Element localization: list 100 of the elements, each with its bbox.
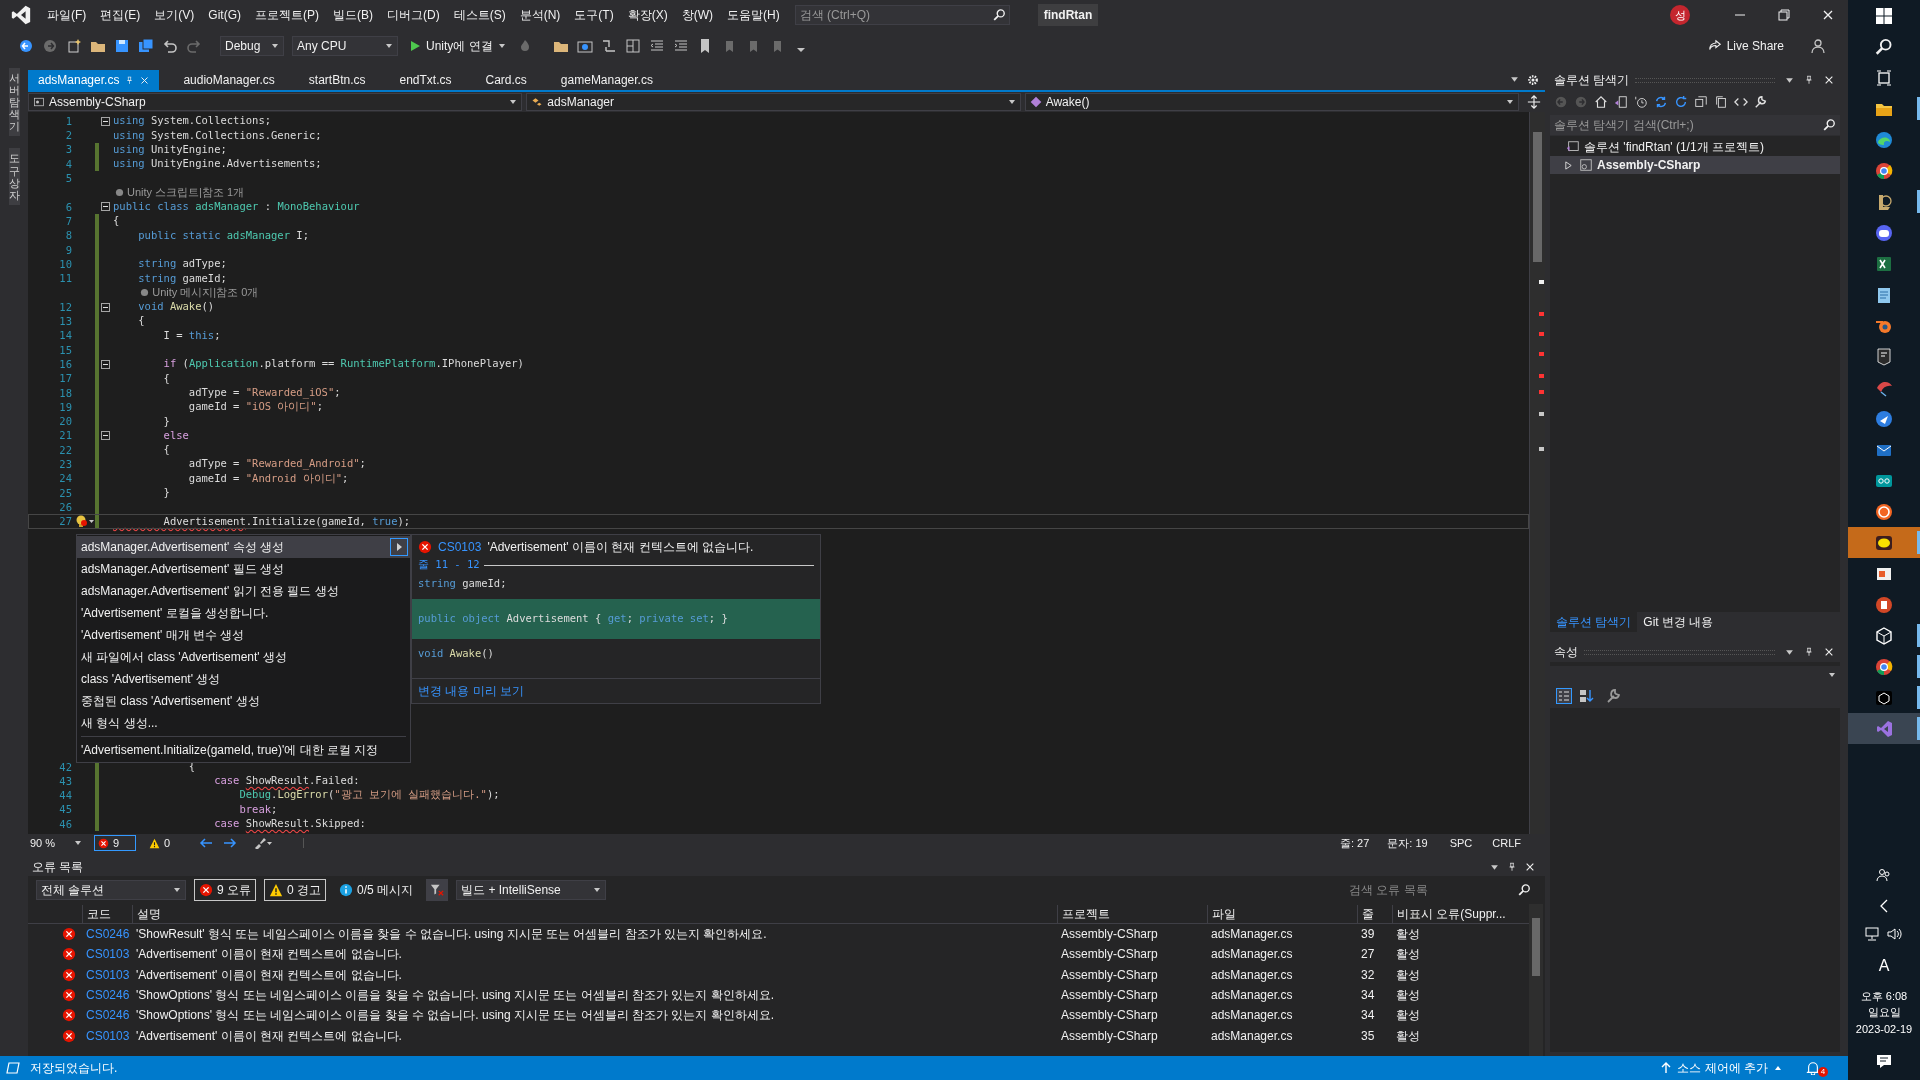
wrench-icon[interactable] [1754,95,1768,109]
code-icon[interactable] [1734,95,1748,109]
source-control-button[interactable]: 소스 제어에 추가 [1661,1059,1782,1077]
platform-dropdown[interactable]: Any CPU [292,36,398,56]
error-code-link[interactable]: CS0246 [82,1006,132,1025]
restore-icon[interactable] [1778,9,1790,21]
zoom-dropdown[interactable]: 90 % [28,835,84,851]
pin-icon[interactable] [1507,862,1517,872]
live-share-button[interactable]: Live Share [1707,37,1784,55]
menu-item[interactable]: 창(W) [674,0,720,30]
menu-item[interactable]: 확장(X) [620,0,675,30]
app-icon[interactable] [1874,346,1894,367]
clock-date[interactable]: 2023-02-19 [1855,1020,1913,1037]
close-icon[interactable] [1822,9,1834,21]
input-method-indicator[interactable]: A [1878,953,1890,978]
app-icon[interactable] [1874,656,1894,677]
column-header[interactable]: 설명 [132,904,1057,923]
run-button[interactable]: Unity에 연결 [406,35,509,57]
refresh-icon[interactable] [1674,95,1688,109]
column-header[interactable]: 코드 [82,904,132,923]
pin-icon[interactable] [125,75,135,85]
brush-caret-icon[interactable] [253,837,274,849]
new-item-icon[interactable] [66,38,82,54]
panel-menu-caret-icon[interactable] [1785,75,1794,85]
scrollbar-thumb[interactable] [1533,132,1542,262]
close-icon[interactable] [1525,862,1535,872]
forward-icon[interactable] [42,38,58,54]
error-code-link[interactable]: CS0246 [82,925,132,944]
code-lens[interactable]: Unity 스크립트|참조 1개 [127,184,245,201]
user-avatar[interactable]: 성 [1670,5,1690,25]
close-icon[interactable] [1824,75,1834,85]
app-icon[interactable] [1874,160,1894,181]
app-icon[interactable] [1874,222,1894,243]
quick-action-item[interactable]: 중첩된 class 'Advertisement' 생성 [77,690,410,712]
column-header[interactable]: 비표시 오류(Suppr... [1392,904,1522,923]
file-tab[interactable]: Card.cs [475,70,537,90]
column-header[interactable]: 파일 [1207,904,1357,923]
collapse-icon[interactable] [100,202,110,212]
file-tab[interactable]: audioManager.cs [173,70,285,90]
panel-menu-caret-icon[interactable] [1785,647,1794,657]
split-icon[interactable] [624,38,641,54]
redo-icon[interactable] [186,38,202,54]
indent-icon[interactable] [672,38,689,54]
menu-item[interactable]: 도움말(H) [720,0,787,30]
tab-list-caret-icon[interactable] [1510,75,1519,84]
navigation-dropdown[interactable]: Awake() [1024,93,1519,111]
switch-view-icon[interactable] [1614,95,1628,109]
copy-icon[interactable] [1714,95,1728,109]
line-ending-indicator[interactable]: CRLF [1492,834,1521,852]
menu-item[interactable]: 분석(N) [512,0,568,30]
quick-action-item[interactable]: 'Advertisement' 매개 변수 생성 [77,624,410,646]
error-code-link[interactable]: CS0103 [82,945,132,964]
collapse-icon[interactable] [100,302,110,312]
source-dropdown[interactable]: 빌드 + IntelliSense [456,880,607,900]
app-icon[interactable] [1874,129,1894,150]
file-tab[interactable]: adsManager.cs [28,70,160,90]
outdent-icon[interactable] [648,38,665,54]
quick-action-item[interactable]: adsManager.Advertisement' 속성 생성 [77,536,410,558]
menu-item[interactable]: 빌드(B) [326,0,380,30]
clock-time[interactable]: 오후 6:08 [1860,987,1908,1004]
column-header[interactable]: 프로젝트 [1057,904,1207,923]
volume-icon[interactable] [1887,926,1903,941]
file-tab[interactable]: gameManager.cs [550,70,663,90]
quick-action-item[interactable]: class 'Advertisement' 생성 [77,668,410,690]
save-all-icon[interactable] [138,38,154,54]
collapse-all-icon[interactable] [1694,95,1708,109]
search-icon[interactable] [1875,37,1893,56]
error-code-link[interactable]: CS0103 [438,538,482,556]
filter-toggle[interactable]: 0 경고 [264,879,327,901]
scope-dropdown[interactable]: 전체 솔루션 [36,880,186,900]
search-field[interactable]: 검색 (Ctrl+Q) [794,5,1010,25]
close-icon[interactable] [1824,647,1834,657]
menu-item[interactable]: 프로젝트(P) [248,0,326,30]
error-code-link[interactable]: CS0103 [82,1026,132,1045]
search-icon[interactable] [1518,883,1531,897]
history-icon[interactable] [1634,95,1648,109]
quick-action-item[interactable]: adsManager.Advertisement' 읽기 전용 필드 생성 [77,580,410,602]
camera-icon[interactable] [576,38,593,54]
categorized-icon[interactable] [1556,688,1572,704]
app-icon[interactable] [1874,594,1894,615]
menu-item[interactable]: 보기(V) [147,0,202,30]
save-icon[interactable] [114,38,130,54]
windows-start-icon[interactable] [1875,6,1893,25]
app-icon[interactable] [1874,625,1894,646]
panel-tab[interactable]: 솔루션 탐색기 [1550,612,1638,632]
configuration-dropdown[interactable]: Debug [220,36,284,56]
filter-toggle[interactable]: 9 오류 [194,879,256,901]
scrollbar-thumb[interactable] [1532,918,1540,976]
filter-button[interactable] [426,879,449,901]
collapse-icon[interactable] [100,359,110,369]
sync-icon[interactable] [1654,95,1668,109]
menu-item[interactable]: 디버그(D) [380,0,447,30]
clock-day[interactable]: 일요일 [1867,1004,1901,1021]
panel-tab[interactable]: Git 변경 내용 [1637,612,1720,632]
alphabetical-icon[interactable] [1578,688,1594,704]
tree-item[interactable]: Assembly-CSharp [1550,156,1840,174]
feedback-person-icon[interactable] [1810,38,1826,54]
menu-item[interactable]: 파일(F) [40,0,94,30]
previous-arrow-icon[interactable] [199,837,214,849]
quick-action-item[interactable]: 새 파일에서 class 'Advertisement' 생성 [77,646,410,668]
